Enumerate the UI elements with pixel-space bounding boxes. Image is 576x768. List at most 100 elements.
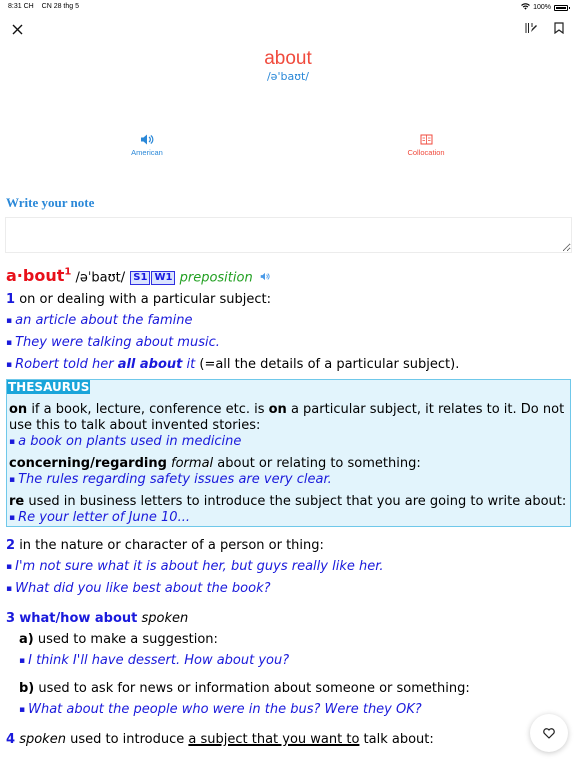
bullet-icon: ▪	[9, 437, 16, 448]
example: ▪ an article about the famine	[6, 310, 571, 332]
sense-phrase: what/how about	[19, 611, 138, 627]
status-bar: 8:31 CH CN 28 thg 5 100%	[0, 0, 576, 14]
thesaurus-text: used in business letters to introduce th…	[24, 494, 567, 510]
thesaurus-item: on if a book, lecture, conference etc. i…	[9, 402, 570, 450]
wifi-icon	[521, 3, 530, 12]
thesaurus-box: THESAURUS on if a book, lecture, confere…	[6, 379, 571, 528]
sense-number: 1	[6, 292, 16, 308]
collocation-label: Collocation	[407, 148, 445, 157]
example-text: The rules regarding safety issues are ve…	[18, 472, 332, 488]
thesaurus-register: formal	[171, 456, 214, 472]
sense-register: spoken	[19, 732, 66, 748]
example-text: They were talking about music.	[15, 335, 220, 351]
subsense-b: b) used to ask for news or information a…	[19, 678, 571, 721]
sense-number: 3	[6, 611, 16, 627]
bullet-icon: ▪	[6, 338, 13, 349]
sense-definition: used to introduce	[70, 732, 189, 748]
sense-register: spoken	[141, 611, 189, 627]
example-phrase: all about	[117, 357, 183, 373]
bullet-icon: ▪	[19, 656, 26, 667]
example-text: it	[182, 357, 196, 373]
sense-definition: used to make a suggestion:	[37, 632, 218, 648]
example: ▪ I think I'll have dessert. How about yo…	[19, 650, 571, 672]
thesaurus-item: concerning/regarding formal about or rel…	[9, 456, 570, 488]
bullet-icon: ▪	[19, 705, 26, 716]
thesaurus-item: re used in business letters to introduce…	[9, 494, 570, 526]
example-text: a book on plants used in medicine	[18, 434, 242, 450]
bullet-icon: ▪	[9, 513, 16, 524]
speaker-icon	[141, 134, 154, 145]
headword-title: about	[264, 48, 312, 69]
sense-definition: used to ask for news or information abou…	[38, 681, 470, 697]
example-gloss: (=all the details of a particular subjec…	[195, 357, 460, 373]
subsense-letter: a)	[19, 632, 34, 648]
american-pronunciation-button[interactable]: American	[107, 133, 187, 157]
user-underline-annotation: a subject that you want to	[188, 732, 360, 748]
bookmark-button[interactable]	[552, 21, 566, 35]
sense-number: 4	[6, 732, 16, 748]
thesaurus-word: concerning/regarding	[9, 456, 167, 472]
frequency-badge-spoken: S1	[130, 271, 151, 286]
example: ▪ Robert told her all about it (=all the …	[6, 354, 571, 376]
example-text: Re your letter of June 10...	[18, 510, 190, 526]
thesaurus-word: on	[268, 402, 287, 418]
sense-definition: talk about:	[359, 732, 434, 748]
part-of-speech: preposition	[179, 270, 253, 286]
bookmark-icon	[554, 22, 564, 34]
flashcard-edit-icon	[525, 23, 537, 33]
example: ▪ Re your letter of June 10...	[9, 510, 570, 526]
example: ▪ They were talking about music.	[6, 332, 571, 354]
sense-1: 1 on or dealing with a particular subjec…	[6, 289, 571, 376]
entry-headword-text: a·bout	[6, 266, 65, 286]
american-label: American	[131, 148, 163, 157]
bullet-icon: ▪	[6, 316, 13, 327]
battery-percent: 100%	[533, 4, 551, 11]
sense-4: 4 spoken used to introduce a subject tha…	[6, 729, 571, 750]
frequency-badge-written: W1	[151, 271, 176, 286]
example: ▪ a book on plants used in medicine	[9, 434, 570, 450]
example-text: I'm not sure what it is about her, but g…	[15, 559, 384, 575]
note-input[interactable]	[5, 217, 572, 253]
status-time: 8:31 CH	[8, 3, 34, 10]
entry-headword: a·bout1	[6, 266, 71, 285]
homograph-number: 1	[64, 267, 72, 278]
example-text: Robert told her	[15, 357, 118, 373]
entry-header: a·bout1 /əˈbaʊt/ S1 W1 preposition	[6, 262, 571, 289]
close-icon	[12, 24, 22, 34]
example: ▪ What about the people who were in the b…	[19, 699, 571, 721]
sense-2: 2 in the nature or character of a person…	[6, 535, 571, 600]
thesaurus-word: re	[9, 494, 25, 510]
headword-pronunciation: /ə'baʊt/	[266, 70, 310, 83]
bullet-icon: ▪	[6, 360, 13, 371]
heart-icon	[543, 727, 555, 739]
flashcard-edit-button[interactable]	[524, 21, 538, 35]
example: ▪ I'm not sure what it is about her, but …	[6, 556, 571, 578]
example: ▪ What did you like best about the book?	[6, 578, 571, 600]
speaker-icon	[260, 273, 270, 281]
dictionary-entry: a·bout1 /əˈbaʊt/ S1 W1 preposition 1 on o…	[6, 262, 571, 750]
sense-definition: on or dealing with a particular subject:	[19, 292, 272, 308]
bullet-icon: ▪	[9, 475, 16, 486]
example-text: What did you like best about the book?	[15, 581, 271, 597]
thesaurus-text: if a book, lecture, conference etc. is	[27, 402, 269, 418]
close-button[interactable]	[9, 21, 25, 37]
sense-3: 3 what/how about spoken a) used to make …	[6, 608, 571, 721]
example-text: I think I'll have dessert. How about you…	[28, 653, 290, 669]
status-date: CN 28 thg 5	[41, 3, 79, 10]
subsense-a: a) used to make a suggestion: ▪ I think I…	[19, 629, 571, 672]
thesaurus-text: about or relating to something:	[213, 456, 421, 472]
favorite-button[interactable]	[530, 714, 568, 752]
sense-number: 2	[6, 538, 16, 554]
sense-definition: in the nature or character of a person o…	[19, 538, 324, 554]
note-title: Write your note	[6, 195, 95, 210]
thesaurus-label: THESAURUS	[7, 380, 91, 395]
subsense-letter: b)	[19, 681, 35, 697]
thesaurus-word: on	[9, 402, 28, 418]
battery-icon	[554, 4, 570, 11]
entry-speaker-button[interactable]	[260, 273, 270, 284]
example-text: What about the people who were in the bu…	[28, 702, 422, 718]
bullet-icon: ▪	[6, 562, 13, 573]
collocation-button[interactable]: Collocation	[386, 133, 466, 157]
collocation-book-icon	[420, 134, 432, 145]
bullet-icon: ▪	[6, 584, 13, 595]
